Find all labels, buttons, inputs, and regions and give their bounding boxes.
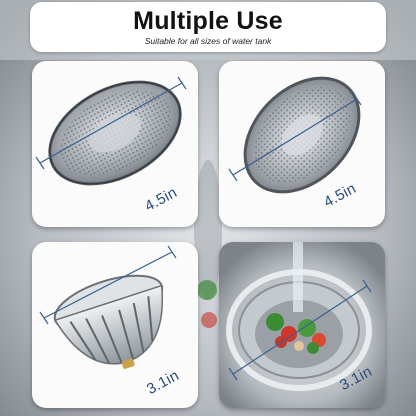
- page-title: Multiple Use: [133, 7, 283, 35]
- mesh-strainer-image: [228, 76, 362, 194]
- product-card-mesh-strainer-2: 4.5in: [219, 61, 385, 227]
- product-card-flower-strainer: 3.1in: [32, 242, 198, 408]
- product-card-strainer-in-use: 3.1in: [219, 242, 385, 408]
- page-subtitle: Suitable for all sizes of water tank: [144, 36, 272, 46]
- header-banner: Multiple Use Suitable for all sizes of w…: [30, 2, 386, 52]
- product-card-mesh-strainer-1: 4.5in: [32, 61, 198, 227]
